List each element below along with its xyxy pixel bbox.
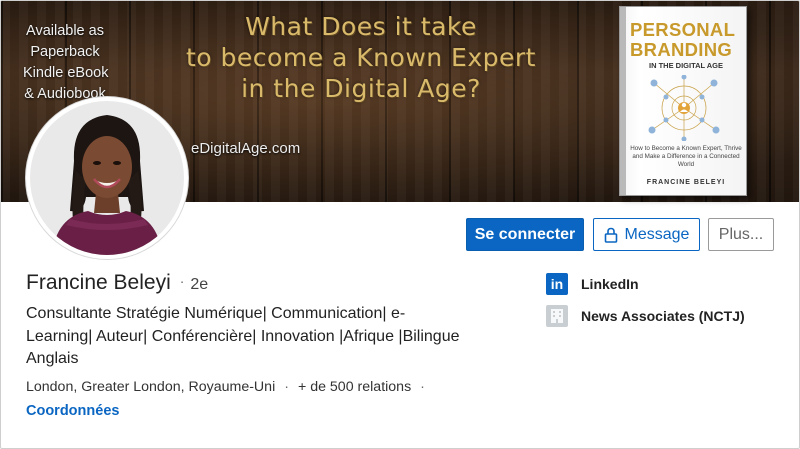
experience-name: News Associates (NCTJ) — [581, 308, 745, 324]
connect-button[interactable]: Se connecter — [466, 218, 584, 251]
book-cover: PERSONAL BRANDING IN THE DIGITAL AGE How… — [619, 6, 747, 196]
banner-availability-line: Kindle eBook — [23, 65, 109, 81]
banner-headline-line: to become a Known Expert — [186, 43, 536, 72]
banner-availability-line: Paperback — [30, 44, 100, 60]
banner-url: eDigitalAge.com — [191, 140, 301, 157]
message-button[interactable]: Message — [593, 218, 700, 251]
more-button[interactable]: Plus... — [708, 218, 774, 251]
book-author: FRANCINE BELEYI — [646, 179, 726, 186]
profile-card: Available as Paperback Kindle eBook & Au… — [0, 0, 800, 449]
name-row: Francine Beleyi · 2e — [26, 271, 208, 295]
profile-photo[interactable] — [26, 97, 188, 259]
book-spine — [620, 7, 626, 195]
lock-icon — [604, 227, 617, 243]
building-icon — [546, 305, 568, 327]
avatar-portrait-icon — [30, 101, 184, 255]
experience-name: LinkedIn — [581, 276, 639, 292]
book-blurb: How to Become a Known Expert, Thrive and… — [630, 145, 742, 168]
profile-meta: London, Greater London, Royaume-Uni · + … — [26, 379, 434, 395]
banner-headline: What Does it take to become a Known Expe… — [161, 11, 561, 104]
headline-line: Learning| Auteur| Conférencière| Innovat… — [26, 327, 460, 345]
banner-headline-line: What Does it take — [245, 12, 477, 41]
headline-line: Consultante Stratégie Numérique| Communi… — [26, 305, 406, 322]
book-subtitle: IN THE DIGITAL AGE — [648, 61, 724, 70]
book-title-line: BRANDING — [630, 39, 733, 60]
banner-availability-text: Available as Paperback Kindle eBook & Au… — [23, 21, 109, 105]
connections-count[interactable]: + de 500 relations — [298, 379, 411, 395]
separator-dot: · — [284, 379, 289, 395]
banner-headline-line: in the Digital Age? — [241, 74, 481, 103]
separator-dot: · — [420, 379, 425, 395]
message-button-label: Message — [624, 225, 690, 243]
connection-degree: 2e — [190, 276, 209, 293]
banner-availability-line: Available as — [26, 23, 104, 39]
profile-name: Francine Beleyi — [26, 271, 171, 294]
network-graphic-icon — [648, 75, 720, 141]
profile-headline: Consultante Stratégie Numérique| Communi… — [26, 303, 526, 371]
linkedin-logo-icon: in — [546, 273, 568, 295]
experience-item-news-associates[interactable]: News Associates (NCTJ) — [546, 305, 745, 327]
separator-dot: · — [179, 273, 185, 289]
book-title-line: PERSONAL — [630, 19, 736, 40]
headline-line: Anglais — [26, 350, 79, 367]
contact-info-link[interactable]: Coordonnées — [26, 403, 119, 419]
experience-item-linkedin[interactable]: in LinkedIn — [546, 273, 639, 295]
location-text: London, Greater London, Royaume-Uni — [26, 379, 276, 395]
